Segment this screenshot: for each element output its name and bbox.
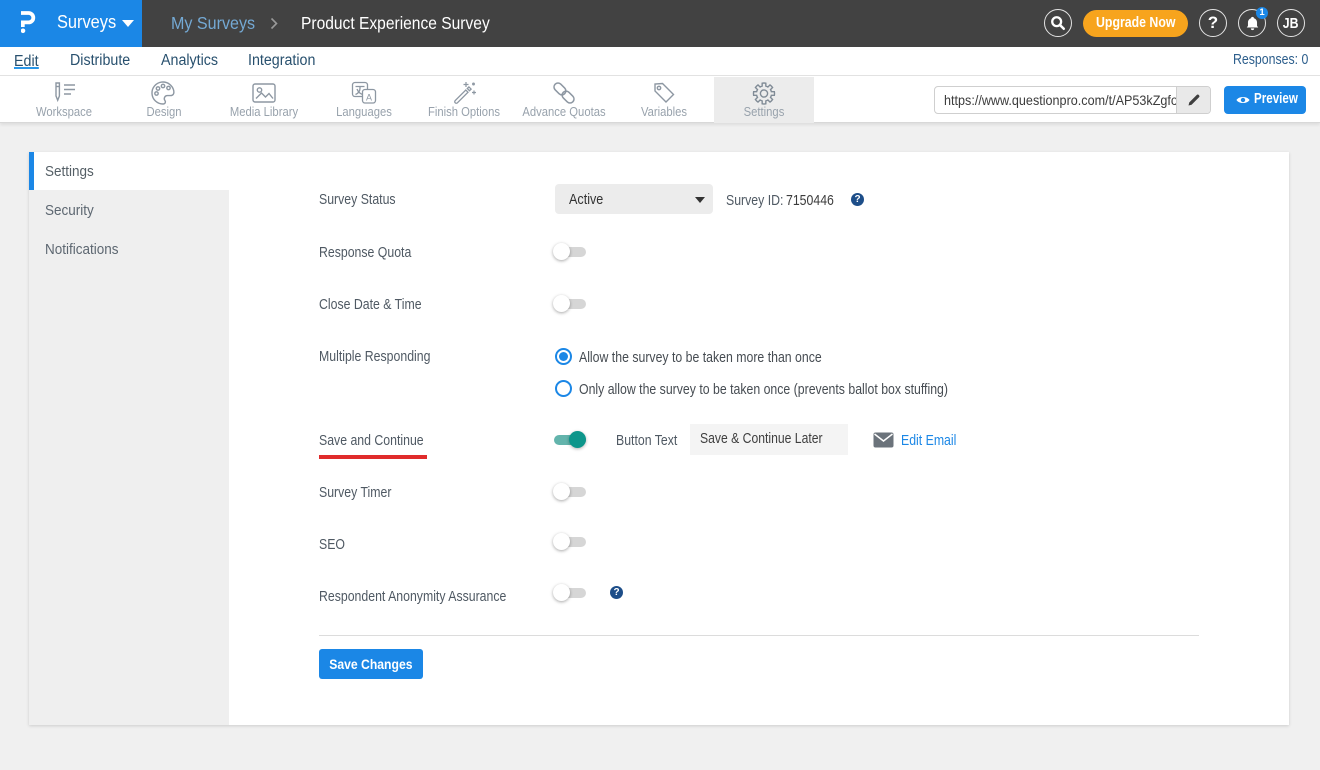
svg-text:A: A [366,92,372,102]
